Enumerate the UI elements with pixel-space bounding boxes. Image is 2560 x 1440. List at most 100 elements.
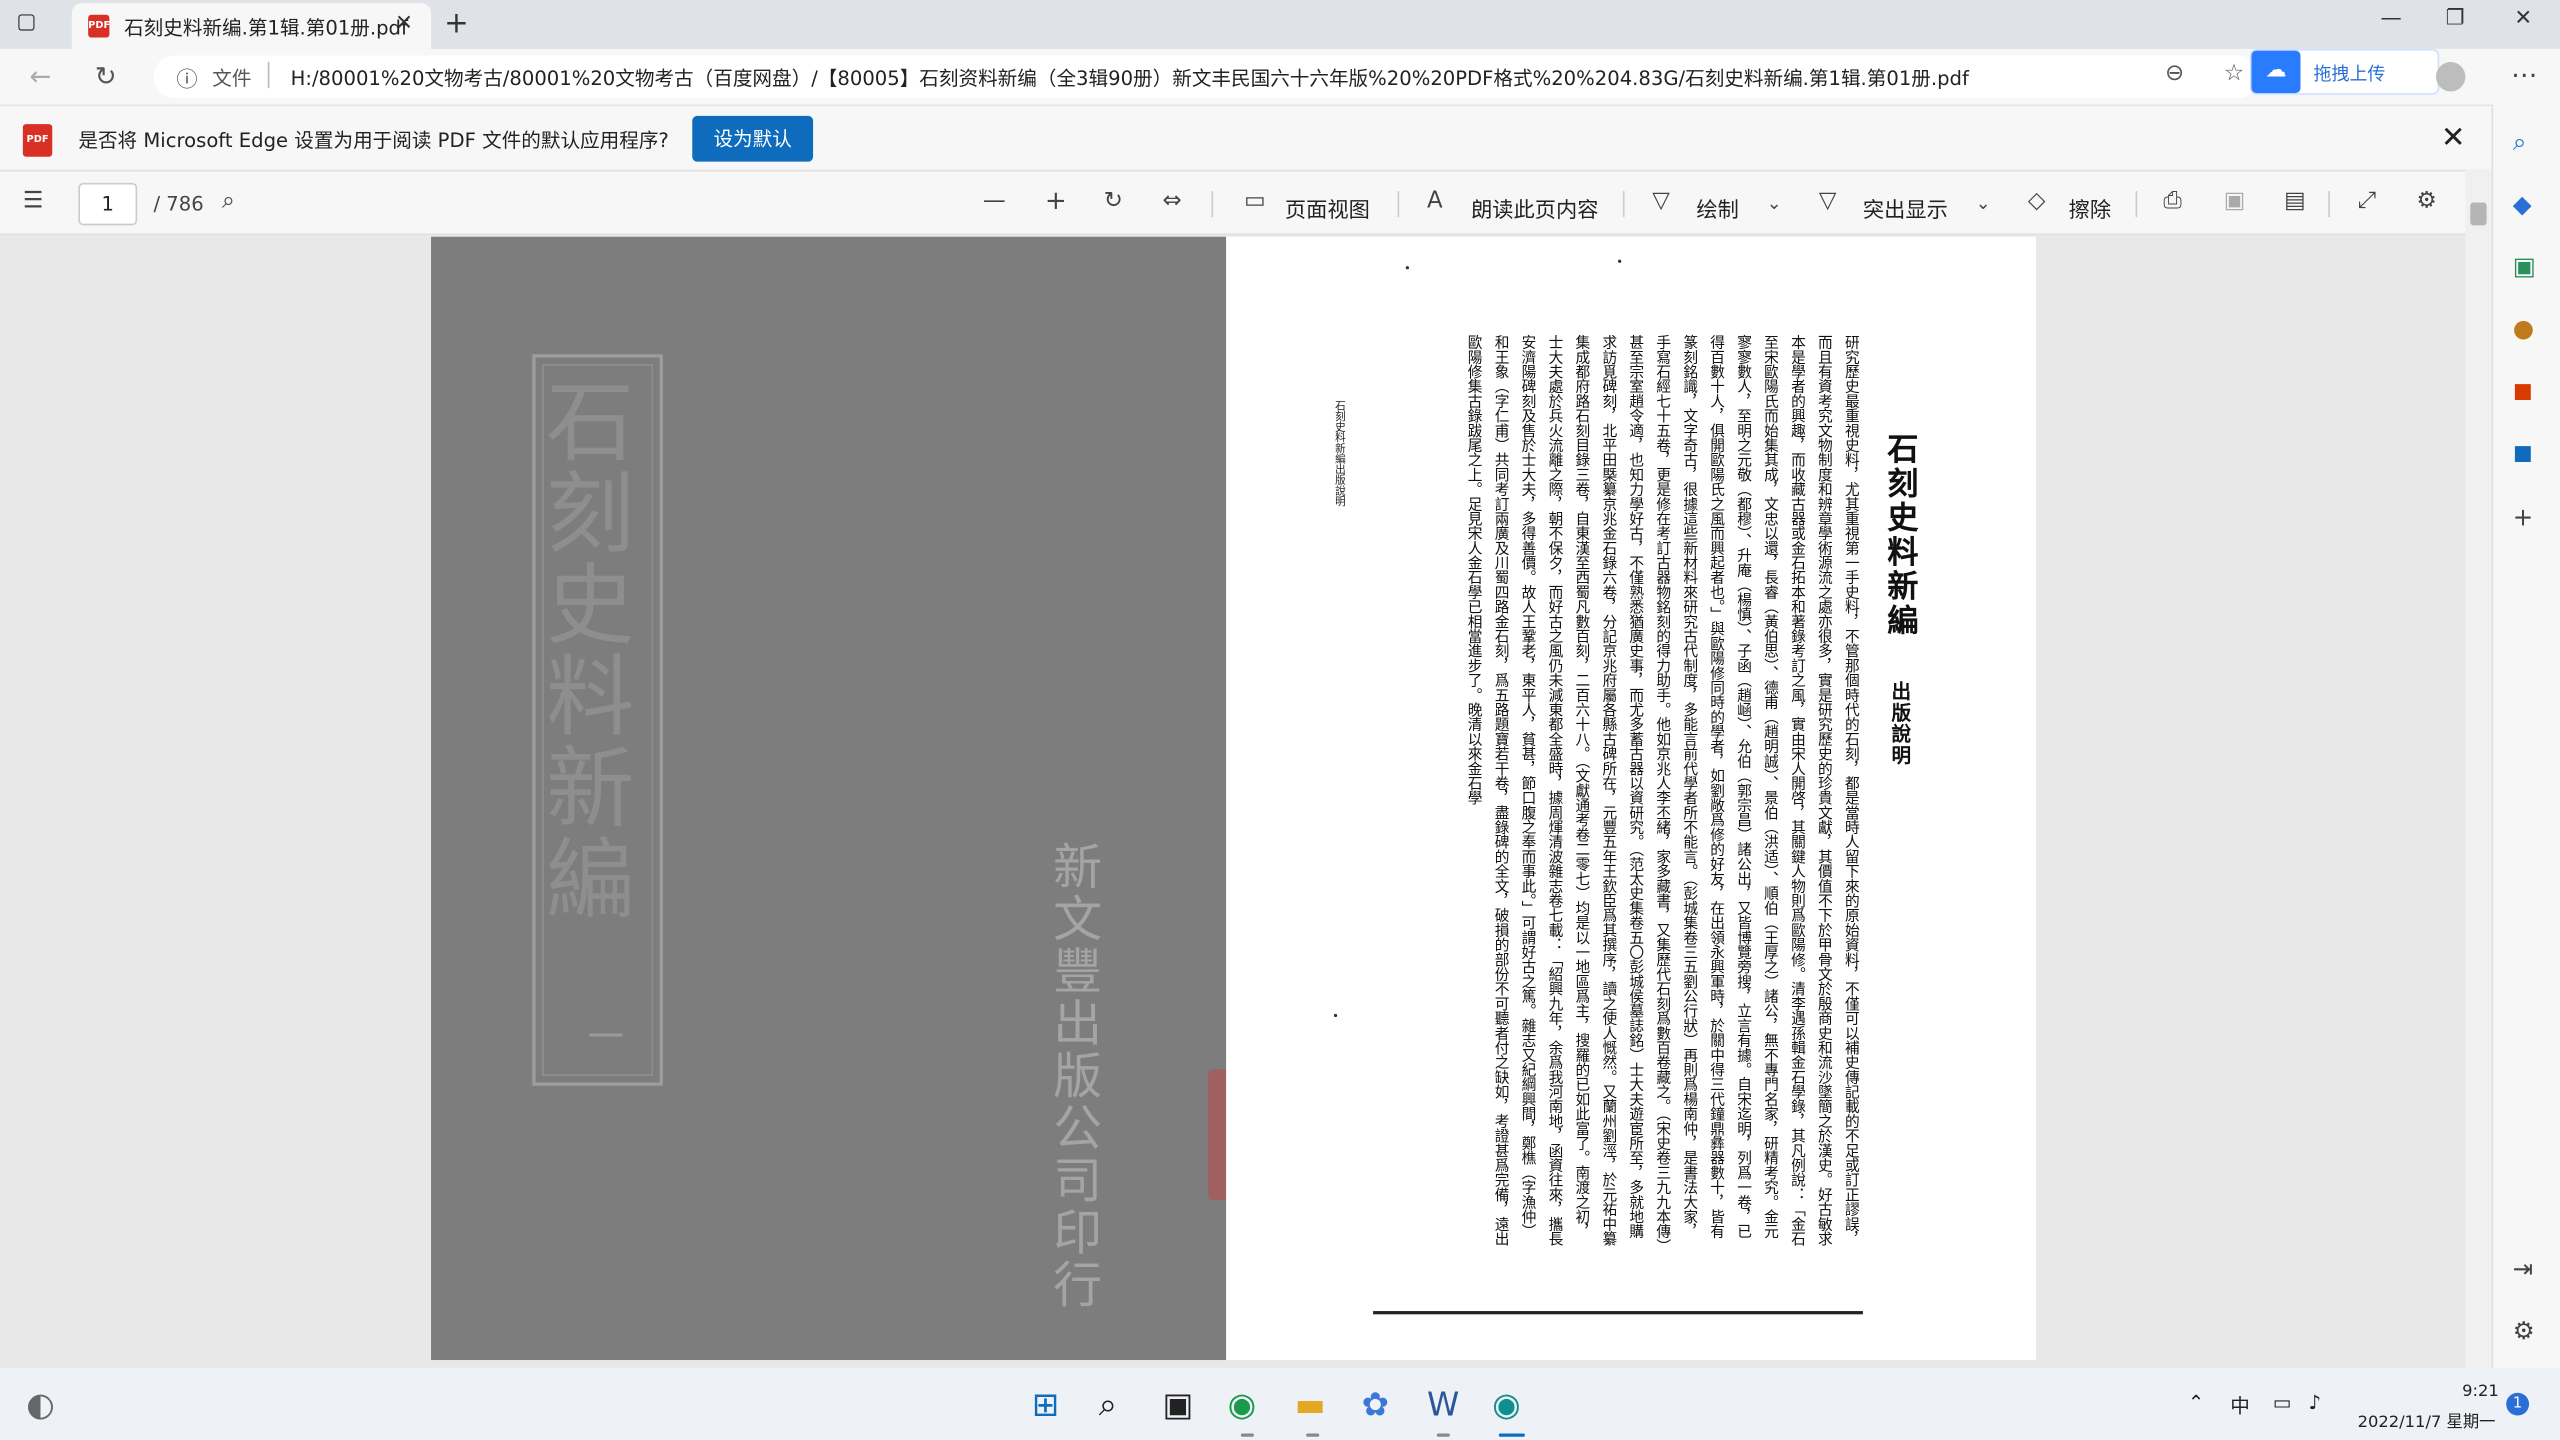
page-view-button[interactable]: 页面视图 [1285,193,1370,223]
edge-active-icon[interactable]: ◉ [1492,1385,1520,1424]
favorite-star-icon[interactable]: ☆ [2224,60,2245,86]
search-icon[interactable]: ⌕ [2513,127,2527,156]
taskbar-search-icon[interactable]: ⌕ [1099,1385,1117,1424]
sidebar-settings-icon[interactable]: ⚙ [2513,1316,2535,1345]
page-side-note: 石刻史料新編出版說明 [1332,400,1346,507]
office-icon[interactable]: ◼ [2513,376,2533,405]
cover-volume: 一 [581,1017,623,1054]
tray-overflow-icon[interactable]: ⌃ [2188,1391,2204,1414]
page-view-icon: ▭ [1244,187,1266,214]
tab-active[interactable]: PDF 石刻史料新编.第1辑.第01册.pdf ✕ [71,3,432,49]
zoom-out-button[interactable]: — [983,188,1006,214]
file-explorer-icon[interactable]: ▬ [1295,1385,1326,1424]
info-icon[interactable]: ⓘ [176,62,197,93]
more-menu-icon[interactable]: ⋯ [2511,59,2537,90]
shopping-tag-icon[interactable]: ◆ [2513,189,2532,218]
page-number-input[interactable]: 1 [78,182,138,226]
new-tab-icon[interactable]: + [444,7,469,41]
minimize-icon[interactable]: — [2380,7,2401,31]
scan-speck [1618,259,1622,263]
erase-button[interactable]: 擦除 [2069,193,2111,223]
scan-speck [1405,266,1410,270]
scan-speck [1333,1013,1338,1018]
running-indicator [1436,1433,1450,1437]
separator [1211,191,1214,218]
tools-icon[interactable]: ▣ [2513,251,2536,280]
read-aloud-button[interactable]: 朗读此页内容 [1471,193,1598,223]
pdf-icon: PDF [22,124,53,157]
highlight-button[interactable]: 突出显示 [1863,193,1948,223]
contents-list-icon[interactable]: ☰ [23,188,44,214]
notification-close-icon[interactable]: ✕ [2441,121,2466,155]
edge-browser-icon[interactable]: ◉ [1228,1385,1256,1424]
url-text[interactable]: H:/80001%20文物考古/80001%20文物考古（百度网盘）/【8000… [291,64,1969,92]
network-icon[interactable]: ▭ [2273,1391,2292,1414]
separator [2328,191,2330,218]
settings-icon[interactable]: ⚙ [2416,188,2437,214]
page-subtitle: 出版說明 [1889,680,1912,766]
sidebar-collapse-icon[interactable]: ⇥ [2513,1254,2534,1283]
notification-badge[interactable]: 1 [2506,1392,2530,1416]
windows-taskbar: ◐ ⊞ ⌕ ▣ ◉ ▬ ✿ W ◉ ⌃ 中 ▭ ♪ 9:21 2022/11/7… [0,1368,2560,1440]
print-icon[interactable]: ⎙ [2163,188,2181,214]
zoom-out-icon[interactable]: ⊖ [2165,60,2184,86]
clock-date[interactable]: 2022/11/7 星期一 [2358,1407,2496,1432]
draw-icon: ▽ [1652,187,1670,214]
file-label: 文件 [212,66,252,90]
ime-indicator[interactable]: 中 [2230,1391,2250,1419]
refresh-icon[interactable]: ↻ [95,60,117,91]
pdf-toolbar: ☰ 1 / 786 ⌕ — + ↻ ⇔ ▭ 页面视图 A 朗读此页内容 ▽ 绘制… [0,169,2492,236]
page-title: 石刻史料新編 [1882,432,1919,639]
tab-actions-icon[interactable]: ▢ [16,10,49,39]
upload-extension-button[interactable]: ☁ 拖拽上传 [2249,48,2440,95]
add-sidebar-icon[interactable]: + [2513,503,2534,532]
vertical-scrollbar[interactable] [2465,169,2492,1369]
baidu-netdisk-icon[interactable]: ✿ [1362,1385,1389,1424]
clock-time[interactable]: 9:21 [2462,1383,2499,1401]
page-total: / 786 [153,192,204,216]
edge-sidebar: ⌕ ◆ ▣ ● ◼ ◼ + ⇥ ⚙ [2491,104,2560,1369]
games-icon[interactable]: ● [2513,313,2534,342]
preface-page: 石刻史料新編 出版說明 研究歷史最重視史料，尤其重視第一手史料，不管那個時代的石… [1226,236,2036,1361]
back-icon[interactable]: ← [29,60,51,91]
separator [1622,191,1625,218]
highlight-icon: ▽ [1818,187,1837,214]
active-indicator [1498,1433,1525,1437]
tab-close-icon[interactable]: ✕ [395,11,413,35]
tab-bar: ▢ PDF 石刻史料新编.第1辑.第01册.pdf ✕ + — ❐ ✕ [0,0,2560,49]
set-default-button[interactable]: 设为默认 [692,115,814,162]
save-as-icon[interactable]: ▤ [2284,188,2306,214]
start-icon[interactable]: ⊞ [1032,1385,1059,1424]
eraser-icon: ◇ [2027,187,2046,214]
separator [2135,191,2138,218]
highlight-options-chevron-icon[interactable]: ⌄ [1976,193,1991,214]
draw-button[interactable]: 绘制 [1696,193,1738,223]
cover-page: 石刻史料新編 一 新文豐出版公司印行 [431,236,1227,1361]
profile-avatar[interactable] [2435,62,2466,92]
weather-icon[interactable]: ◐ [26,1385,54,1424]
running-indicator [1240,1433,1254,1437]
search-icon[interactable]: ⌕ [222,188,235,214]
outlook-icon[interactable]: ◼ [2513,438,2533,467]
tab-title: 石刻史料新编.第1辑.第01册.pdf [124,16,408,40]
cover-publisher: 新文豐出版公司印行 [1043,840,1101,1312]
rotate-icon[interactable]: ↻ [1104,188,1123,214]
address-bar[interactable]: ⓘ 文件 H:/80001%20文物考古/80001%20文物考古（百度网盘）/… [153,55,2260,98]
cloud-icon: ☁ [2251,50,2301,94]
task-view-icon[interactable]: ▣ [1162,1385,1193,1424]
fit-page-icon[interactable]: ⇔ [1162,188,1181,214]
read-aloud-icon: A [1426,187,1443,214]
fullscreen-icon[interactable]: ⤢ [2358,188,2376,214]
volume-icon[interactable]: ♪ [2309,1391,2322,1414]
zoom-in-button[interactable]: + [1045,184,1067,215]
pdf-viewport[interactable]: 石刻史料新編 一 新文豐出版公司印行 石刻史料新編 出版說明 研究歷史最重視史料… [0,236,2466,1369]
maximize-icon[interactable]: ❐ [2446,7,2465,31]
separator [1397,191,1400,218]
running-indicator [1306,1433,1320,1437]
page-body-text: 研究歷史最重視史料，尤其重視第一手史料，不管那個時代的石刻，都是當時人留下來的原… [1464,334,1859,1246]
save-icon[interactable]: ▣ [2224,188,2246,214]
scrollbar-thumb[interactable] [2470,202,2487,226]
draw-options-chevron-icon[interactable]: ⌄ [1767,193,1782,214]
window-close-icon[interactable]: ✕ [2514,7,2532,31]
word-icon[interactable]: W [1427,1385,1459,1424]
